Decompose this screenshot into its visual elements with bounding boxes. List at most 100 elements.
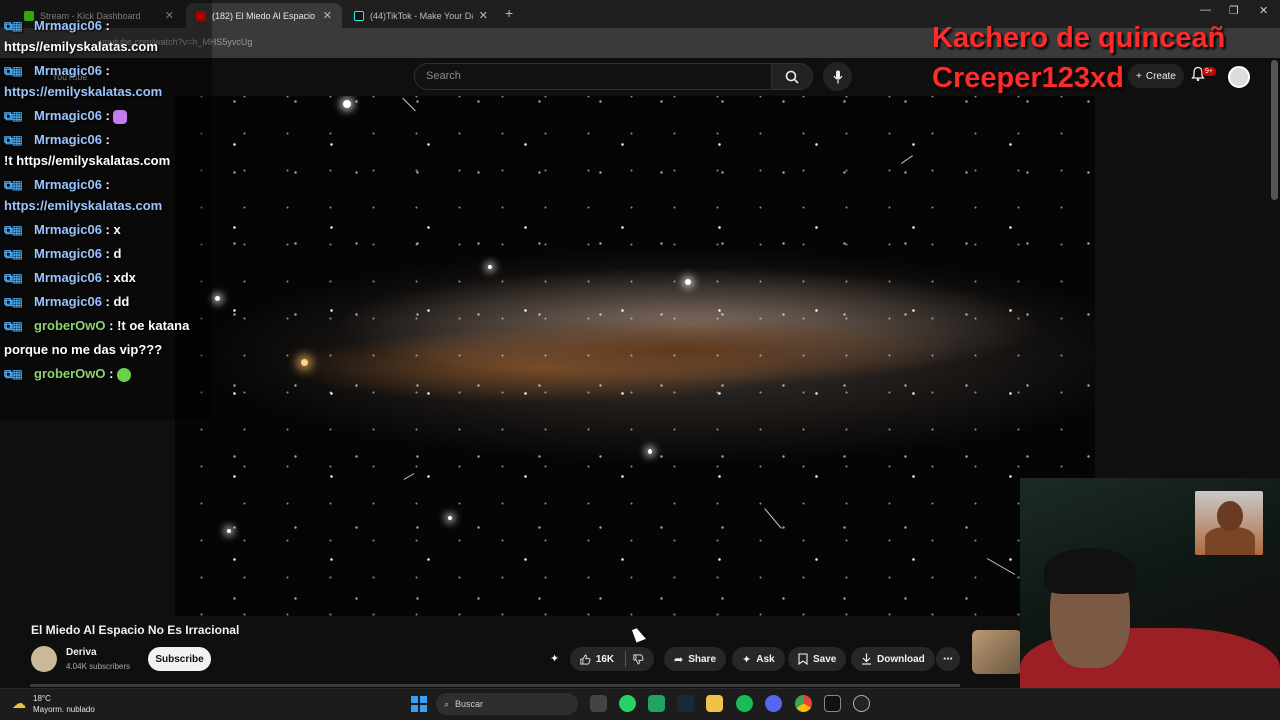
maximize-icon[interactable]: ❐: [1229, 4, 1239, 17]
chat-text: x: [113, 222, 121, 237]
tab-title: (44)TikTok - Make Your Day: [370, 10, 473, 21]
search-icon: [785, 70, 799, 84]
weather-icon[interactable]: ☁: [12, 695, 26, 712]
share-button[interactable]: ➦ Share: [664, 647, 727, 671]
chat-text: https://emilyskalatas.com: [4, 198, 163, 213]
whatsapp-icon[interactable]: [619, 695, 636, 712]
voice-search-button[interactable]: [823, 62, 852, 91]
video-title: El Miedo Al Espacio No Es Irracional: [31, 623, 240, 637]
spotify-icon[interactable]: [736, 695, 753, 712]
search-input[interactable]: Search: [414, 63, 772, 90]
pip-figure-body: [1205, 527, 1255, 555]
create-label: Create: [1145, 70, 1176, 82]
chat-message: ⧉▦ groberOwO :: [4, 362, 214, 386]
chat-username: Mrmagic06: [34, 177, 102, 192]
share-arrow-icon: ➦: [674, 653, 684, 666]
chat-text: https//emilyskalatas.com: [4, 39, 158, 54]
close-icon[interactable]: ✕: [479, 9, 488, 22]
chat-text: xdx: [113, 270, 136, 285]
star: [685, 279, 691, 285]
ask-button[interactable]: ✦ Ask: [732, 647, 785, 671]
chat-message: ⧉▦ Mrmagic06 : !t https//emilyskalatas.co…: [4, 128, 214, 173]
create-button[interactable]: + Create: [1128, 64, 1184, 88]
meteor-streak: [764, 508, 782, 529]
save-label: Save: [813, 653, 837, 665]
search-icon: ⌕: [444, 698, 450, 709]
channel-name[interactable]: Deriva: [66, 647, 97, 658]
capcut-icon[interactable]: [824, 695, 841, 712]
chat-username: groberOwO: [34, 366, 106, 381]
chat-text: dd: [113, 294, 130, 309]
weather-temperature[interactable]: 18°C: [33, 694, 51, 703]
save-button[interactable]: Save: [788, 647, 847, 671]
taskbar-search-box[interactable]: ⌕ Buscar: [436, 693, 578, 715]
pip-figure-head: [1217, 501, 1243, 531]
account-avatar[interactable]: [1228, 66, 1250, 88]
ask-label: Ask: [756, 653, 775, 665]
windows-start-icon[interactable]: [411, 696, 427, 712]
star: [215, 296, 220, 301]
chat-username: Mrmagic06: [34, 132, 102, 147]
subscribe-button[interactable]: Subscribe: [148, 647, 211, 671]
window-close-icon[interactable]: ✕: [1259, 4, 1268, 17]
thumbs-up-icon[interactable]: [580, 653, 591, 666]
steam-icon[interactable]: [677, 695, 694, 712]
task-view-icon[interactable]: [590, 695, 607, 712]
channel-avatar[interactable]: [31, 646, 57, 672]
download-icon: [862, 653, 871, 665]
mouse-cursor: [632, 626, 646, 643]
share-label: Share: [688, 653, 717, 665]
chat-badge-icons: ⧉▦: [4, 367, 23, 381]
chat-username: Mrmagic06: [34, 222, 102, 237]
chat-username: Mrmagic06: [34, 270, 102, 285]
excel-icon[interactable]: [648, 695, 665, 712]
notification-count-badge: 9+: [1202, 67, 1216, 76]
weather-description[interactable]: Mayorm. nublado: [33, 705, 95, 714]
meteor-streak: [900, 155, 914, 164]
premium-sparkle-icon[interactable]: ✦: [550, 652, 559, 665]
download-button[interactable]: Download: [851, 647, 935, 671]
webcam-hair: [1044, 548, 1136, 594]
chat-badge-icons: ⧉▦: [4, 295, 23, 309]
more-icon: ⋯: [943, 653, 953, 665]
next-video-thumbnail[interactable]: [972, 630, 1022, 674]
new-tab-icon[interactable]: +: [505, 5, 513, 21]
tab-title: (182) El Miedo Al Espacio N: [212, 10, 317, 21]
chat-username: groberOwO: [34, 318, 106, 333]
like-divider: [625, 651, 626, 667]
chat-message: ⧉▦ groberOwO : !t oe katana porque no me …: [4, 314, 214, 362]
file-explorer-icon[interactable]: [706, 695, 723, 712]
bookmark-icon: [798, 653, 808, 665]
chat-username: Mrmagic06: [34, 108, 102, 123]
obs-icon[interactable]: [853, 695, 870, 712]
discord-icon[interactable]: [765, 695, 782, 712]
star: [343, 100, 351, 108]
tab-tiktok[interactable]: (44)TikTok - Make Your Day ✕: [344, 3, 498, 28]
green-face-emote-icon: [117, 367, 132, 382]
meteor-streak: [403, 473, 415, 480]
star: [448, 516, 452, 520]
close-icon[interactable]: ✕: [323, 9, 332, 22]
search-button[interactable]: [771, 63, 813, 90]
video-player[interactable]: [175, 96, 1095, 616]
star: [648, 449, 652, 454]
chrome-icon[interactable]: [795, 695, 812, 712]
chat-message: ⧉▦ Mrmagic06 : https://emilyskalatas.com: [4, 59, 214, 104]
chat-message: ⧉▦ Mrmagic06 : d: [4, 242, 214, 266]
chat-badge-icons: ⧉▦: [4, 319, 23, 333]
chat-badge-icons: ⧉▦: [4, 223, 23, 237]
minimize-icon[interactable]: —: [1200, 4, 1211, 16]
overlay-text-line2: Creeper123xd: [932, 62, 1124, 94]
chat-message: ⧉▦ Mrmagic06 :: [4, 104, 214, 128]
chat-text: !t https//emilyskalatas.com: [4, 153, 171, 168]
page-scrollbar[interactable]: [1271, 60, 1278, 200]
more-actions-button[interactable]: ⋯: [936, 647, 960, 671]
page-divider: [30, 684, 960, 687]
meteor-streak: [986, 558, 1016, 575]
overlay-text-line1: Kachero de quinceañ: [932, 22, 1226, 54]
chat-username: Mrmagic06: [34, 294, 102, 309]
like-count[interactable]: 16K: [596, 654, 614, 665]
chat-text: https://emilyskalatas.com: [4, 84, 163, 99]
thumbs-down-icon[interactable]: [633, 653, 644, 666]
chat-text: d: [113, 246, 122, 261]
